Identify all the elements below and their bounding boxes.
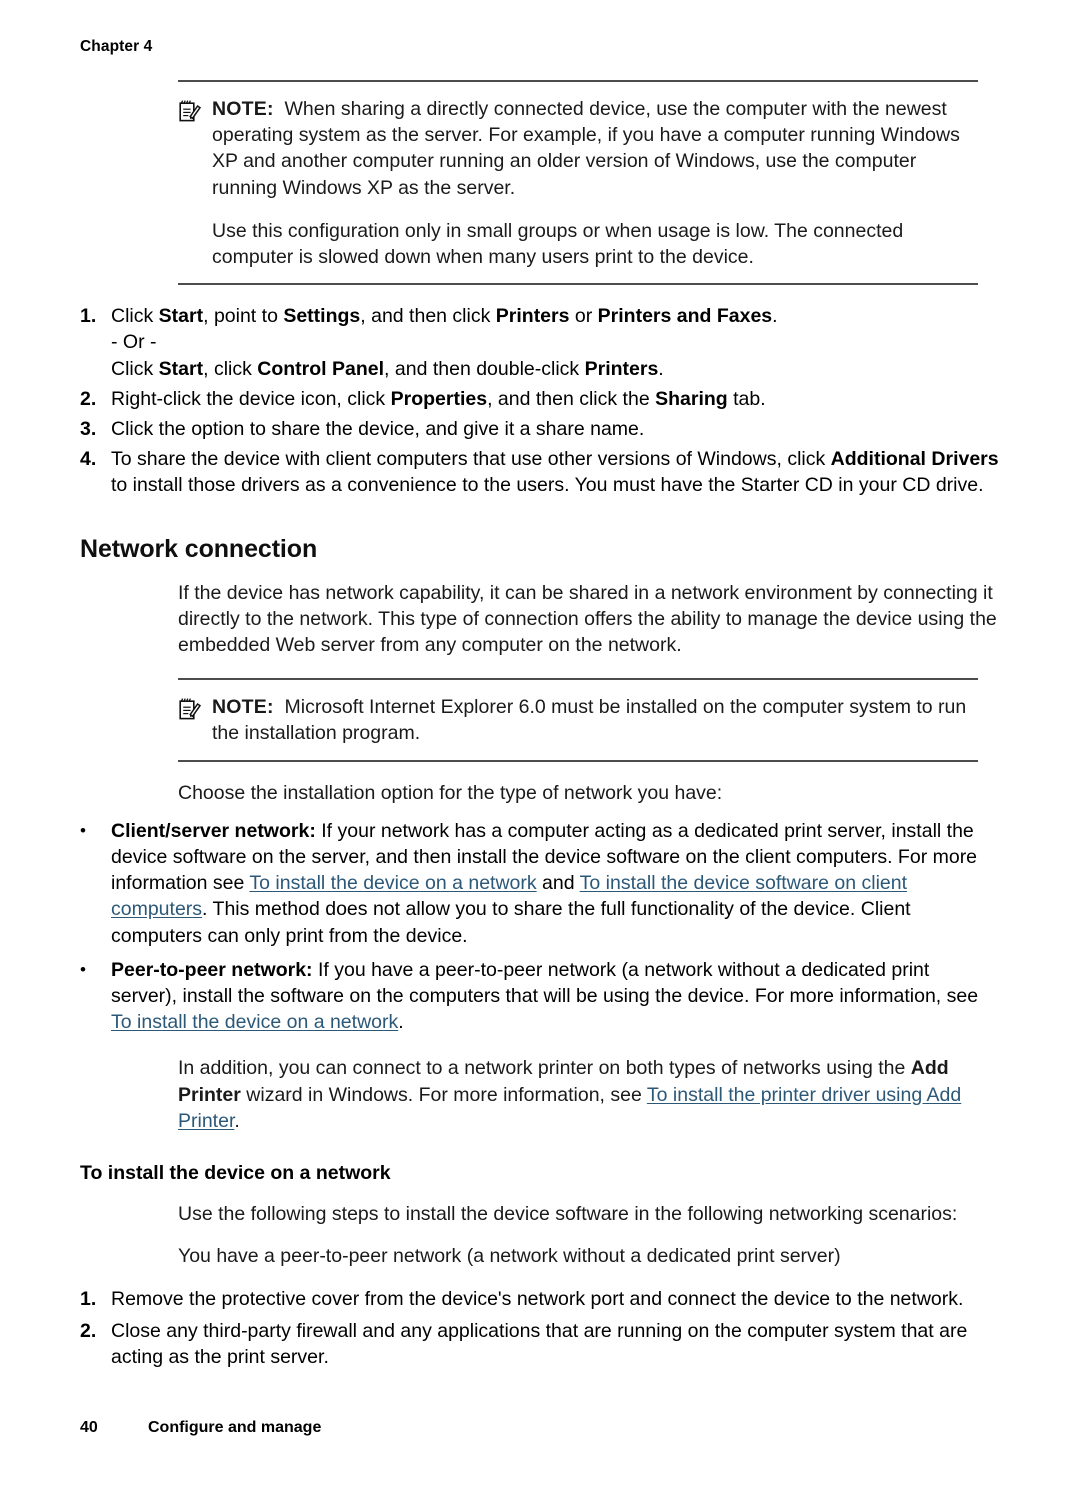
list-item: 3. Click the option to share the device,… (80, 416, 1000, 442)
bullet-lead-label: Peer-to-peer network: (111, 958, 313, 981)
text-frag: . (398, 1011, 404, 1034)
text-frag: and (536, 872, 580, 895)
step-body: Right-click the device icon, click Prope… (111, 386, 1000, 412)
text-frag: Click (111, 357, 159, 380)
note-body-text: Microsoft Internet Explorer 6.0 must be … (212, 696, 967, 745)
step-number: 4. (80, 448, 97, 471)
step-body: To share the device with client computer… (111, 446, 1000, 498)
step-number: 3. (80, 418, 97, 441)
step-body: Click Start, point to Settings, and then… (111, 303, 1000, 382)
list-item: 4. To share the device with client compu… (80, 446, 1000, 498)
bullet-dot-icon: • (80, 820, 86, 840)
text-frag: Right-click the device icon, click (111, 387, 391, 410)
step-number: 2. (80, 1319, 97, 1342)
step-body: Close any third-party firewall and any a… (111, 1319, 968, 1368)
ui-term-control-panel: Control Panel (257, 357, 385, 380)
subsection-intro: Use the following steps to install the d… (178, 1203, 958, 1226)
text-frag: . (658, 357, 664, 380)
text-frag: Click (111, 305, 159, 328)
note-pad-pencil-icon (178, 694, 212, 726)
step-number: 2. (80, 387, 97, 410)
list-item: 1. Click Start, point to Settings, and t… (80, 303, 1000, 382)
ui-term-printers: Printers (584, 357, 659, 380)
text-frag: . (234, 1109, 240, 1132)
step-number: 1. (80, 305, 97, 328)
text-frag: , and then click (360, 305, 496, 328)
step-line-1: Click Start, point to Settings, and then… (111, 303, 1000, 329)
running-head: Chapter 4 (80, 38, 153, 55)
list-item: • Client/server network: If your network… (80, 818, 1000, 949)
text-frag: to install those drivers as a convenienc… (111, 474, 984, 497)
footer-page-title: Configure and manage (148, 1419, 322, 1436)
text-frag: In addition, you can connect to a networ… (178, 1057, 911, 1080)
step-or-divider: - Or - (111, 331, 157, 354)
note-box-sharing: NOTE: When sharing a directly connected … (178, 80, 978, 286)
note-box-ie6: NOTE: Microsoft Internet Explorer 6.0 mu… (178, 678, 978, 762)
text-frag: wizard in Windows. For more information,… (240, 1083, 647, 1106)
note-text-sharing: NOTE: When sharing a directly connected … (212, 96, 978, 201)
install-steps-list: 1. Remove the protective cover from the … (80, 1286, 1000, 1371)
ui-term-properties: Properties (390, 387, 488, 410)
link-install-device-on-network[interactable]: To install the device on a network (111, 1011, 398, 1033)
step-body: Remove the protective cover from the dev… (111, 1287, 964, 1310)
add-printer-paragraph: In addition, you can connect to a networ… (178, 1055, 1000, 1134)
page-footer: 40 Configure and manage (80, 1419, 1000, 1437)
subsection-title-install-device: To install the device on a network (80, 1162, 391, 1185)
note-label: NOTE: (212, 696, 274, 719)
page-title-network-connection: Network connection (80, 534, 318, 563)
note-label: NOTE: (212, 98, 274, 120)
text-frag: To share the device with client computer… (111, 448, 831, 471)
text-frag: , click (203, 357, 258, 380)
page-content: NOTE: When sharing a directly connected … (80, 80, 1000, 1374)
bullet-lead-label: Client/server network: (111, 819, 316, 842)
note-text-sharing-2: Use this configuration only in small gro… (212, 219, 904, 269)
ui-term-start: Start (158, 357, 204, 380)
network-intro-paragraph: If the device has network capability, it… (178, 581, 997, 657)
text-frag: . This method does not allow you to shar… (111, 898, 911, 947)
note-text-ie6: NOTE: Microsoft Internet Explorer 6.0 mu… (212, 694, 978, 746)
ui-term-printers: Printers (495, 305, 570, 328)
text-frag: , and then double-click (384, 357, 585, 380)
list-item: • Peer-to-peer network: If you have a pe… (80, 957, 1000, 1036)
list-item: 2. Close any third-party firewall and an… (80, 1318, 1000, 1370)
ui-term-settings: Settings (283, 305, 361, 328)
step-body: Click the option to share the device, an… (111, 418, 645, 441)
step-line-2: Click Start, click Control Panel, and th… (111, 356, 1000, 382)
list-item: 1. Remove the protective cover from the … (80, 1286, 1000, 1312)
note-body-text: When sharing a directly connected device… (212, 98, 960, 199)
bullet-body-peer-to-peer: Peer-to-peer network: If you have a peer… (111, 957, 1000, 1036)
link-install-device-on-network[interactable]: To install the device on a network (249, 872, 536, 894)
document-page: Chapter 4 NOTE: When sharing a directly … (0, 0, 1080, 1495)
text-frag: . (772, 305, 778, 328)
text-frag: tab. (727, 387, 766, 410)
note-pad-pencil-icon (178, 96, 212, 128)
step-number: 1. (80, 1287, 97, 1310)
sharing-steps-list: 1. Click Start, point to Settings, and t… (80, 303, 1000, 498)
footer-page-number: 40 (80, 1419, 98, 1436)
ui-term-additional-drivers: Additional Drivers (830, 448, 999, 471)
ui-term-printers-and-faxes: Printers and Faxes (597, 305, 773, 328)
ui-term-start: Start (158, 305, 204, 328)
bullet-body-client-server: Client/server network: If your network h… (111, 818, 1000, 949)
subsection-scenario: You have a peer-to-peer network (a netwo… (178, 1245, 841, 1268)
choose-installation-line: Choose the installation option for the t… (178, 781, 723, 804)
text-frag: , point to (203, 305, 284, 328)
text-frag: , and then click the (487, 387, 656, 410)
text-frag: or (569, 305, 598, 328)
ui-term-sharing: Sharing (655, 387, 728, 410)
network-type-bullets: • Client/server network: If your network… (80, 818, 1000, 1036)
list-item: 2. Right-click the device icon, click Pr… (80, 386, 1000, 412)
bullet-dot-icon: • (80, 959, 86, 979)
